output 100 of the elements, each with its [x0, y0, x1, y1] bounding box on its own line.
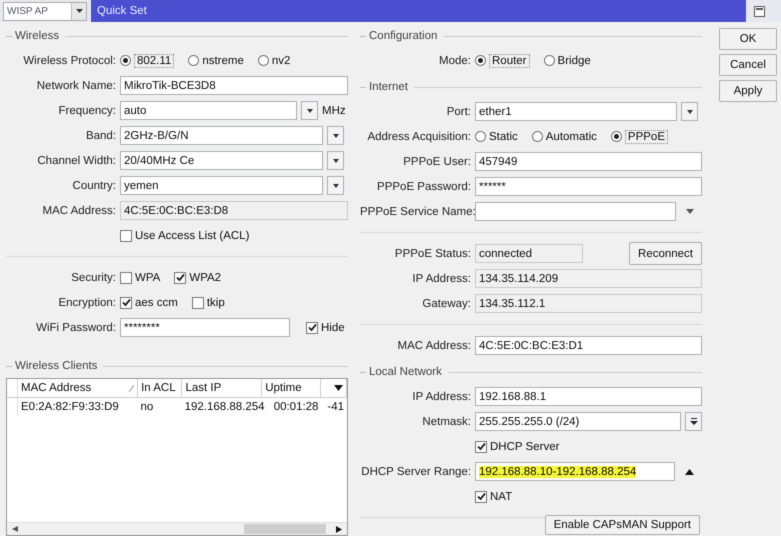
up-arrow-icon[interactable] — [685, 468, 694, 474]
readonly-field: connected — [475, 244, 583, 263]
dropdown-field[interactable]: 2GHz-B/G/N — [120, 126, 323, 145]
dropdown-field[interactable]: ether1 — [475, 102, 677, 121]
input-field[interactable]: 192.168.88.10-192.168.88.254 — [475, 462, 675, 481]
radio-label: nv2 — [272, 54, 290, 66]
checkbox-label: Hide — [321, 322, 345, 334]
scrollbar-thumb[interactable] — [244, 524, 326, 534]
column-header[interactable]: Last IP — [182, 379, 262, 397]
dialog-button[interactable]: Cancel — [719, 54, 777, 76]
table-cell-text: 00:01:28 — [272, 400, 320, 415]
section-title: Wireless — [15, 30, 60, 42]
field-label: DHCP Server Range: — [361, 466, 471, 478]
radio-button[interactable] — [610, 131, 622, 142]
radio-button[interactable] — [475, 131, 486, 142]
dropdown-button[interactable] — [685, 412, 702, 431]
input-field[interactable]: 457949 — [475, 152, 702, 171]
checkbox[interactable] — [120, 296, 132, 308]
dropdown-field[interactable]: auto — [120, 101, 297, 120]
radio-button[interactable] — [475, 55, 486, 66]
field-label: MAC Address: — [398, 340, 471, 352]
down-arrow-icon — [332, 156, 340, 164]
sort-icon — [129, 384, 134, 392]
field-label: PPPoE Service Name: — [360, 206, 476, 218]
checkbox[interactable] — [174, 272, 186, 284]
field-label: PPPoE Password: — [377, 180, 471, 192]
checkbox[interactable] — [192, 296, 204, 308]
checkbox-label: tkip — [206, 296, 225, 308]
field-label: Network Name: — [36, 80, 116, 92]
field-label: IP Address: — [412, 272, 471, 284]
left-arrow-icon[interactable] — [12, 526, 18, 532]
input-field[interactable]: 4C:5E:0C:BC:E3:D1 — [475, 336, 702, 355]
field-label: IP Address: — [412, 390, 471, 402]
table-cell-text: -41 — [326, 400, 346, 415]
field-label: PPPoE Status: — [394, 248, 471, 260]
horizontal-scrollbar[interactable] — [7, 522, 347, 535]
down-arrow-icon — [332, 132, 340, 140]
checkbox-label: Use Access List (ACL) — [135, 230, 250, 242]
column-header[interactable]: In ACL — [138, 379, 182, 397]
radio-button[interactable] — [258, 55, 269, 66]
capsman-button[interactable]: Enable CAPsMAN Support — [544, 515, 700, 535]
dropdown-button[interactable] — [681, 102, 698, 121]
field-label: Gateway: — [422, 298, 471, 310]
field-label: WiFi Password: — [36, 322, 116, 334]
combo-field[interactable] — [475, 202, 676, 221]
down-arrow-icon — [686, 108, 694, 116]
field-label: Frequency: — [58, 104, 116, 116]
field-label: Band: — [86, 130, 116, 142]
input-field[interactable]: ****** — [475, 177, 702, 196]
dropdown-field[interactable]: 255.255.255.0 (/24) — [475, 412, 681, 431]
radio-label: Bridge — [558, 54, 591, 66]
down-arrow-icon — [332, 182, 340, 190]
radio-label: nstreme — [202, 54, 244, 66]
checkmark-icon — [476, 492, 486, 501]
dialog-button[interactable]: Apply — [719, 80, 777, 102]
section-title: Configuration — [369, 30, 438, 42]
checkbox[interactable] — [120, 272, 132, 284]
down-arrow-icon — [334, 385, 343, 391]
dropdown-field[interactable]: 20/40MHz Ce — [120, 151, 323, 170]
password-field[interactable]: ******** — [120, 318, 290, 337]
radio-button[interactable] — [120, 55, 131, 66]
input-field[interactable]: 192.168.88.1 — [475, 387, 702, 406]
dropdown-button[interactable] — [301, 101, 318, 120]
window-icon[interactable] — [754, 6, 765, 16]
unit-label: MHz — [322, 104, 347, 116]
down-arrow-icon[interactable] — [686, 208, 694, 214]
radio-button[interactable] — [544, 55, 555, 66]
section-title: Local Network — [369, 366, 442, 378]
mode-dropdown[interactable]: WISP AP — [3, 2, 87, 20]
checkmark-icon — [476, 442, 486, 451]
checkbox[interactable] — [475, 490, 487, 502]
dropdown-button[interactable] — [327, 151, 344, 170]
checkmark-icon — [122, 298, 130, 307]
input-field[interactable]: MikroTik-BCE3D8 — [120, 76, 348, 95]
double-down-arrow-icon — [690, 418, 698, 426]
dialog-button[interactable]: OK — [719, 28, 777, 50]
checkbox[interactable] — [306, 322, 318, 334]
checkmark-icon — [308, 323, 316, 332]
section-title: Internet — [369, 81, 408, 93]
checkbox[interactable] — [475, 440, 487, 452]
column-header[interactable]: MAC Address — [18, 379, 138, 397]
reconnect-button[interactable]: Reconnect — [629, 242, 702, 265]
readonly-field: 4C:5E:0C:BC:E3:D8 — [120, 201, 348, 220]
table-row[interactable]: E0:2A:82:F9:33:D9 no 192.168.88.254 00:01:28 -41 — [7, 398, 347, 416]
dropdown-button[interactable] — [327, 126, 344, 145]
field-label: Encryption: — [58, 296, 116, 308]
checkmark-icon — [176, 273, 185, 282]
dropdown-button[interactable] — [327, 176, 344, 195]
radio-button[interactable] — [532, 131, 543, 142]
section-title: Wireless Clients — [15, 360, 98, 372]
checkbox[interactable] — [120, 230, 132, 242]
column-header[interactable]: Uptime — [262, 379, 322, 397]
down-arrow-icon — [76, 8, 82, 14]
dropdown-field[interactable]: yemen — [120, 176, 323, 195]
radio-label: Automatic — [546, 130, 597, 142]
radio-button[interactable] — [188, 55, 200, 66]
window-title: Quick Set — [96, 5, 147, 17]
right-arrow-icon[interactable] — [336, 526, 342, 532]
checkbox-label: NAT — [490, 490, 512, 502]
radio-label: Static — [489, 130, 518, 142]
